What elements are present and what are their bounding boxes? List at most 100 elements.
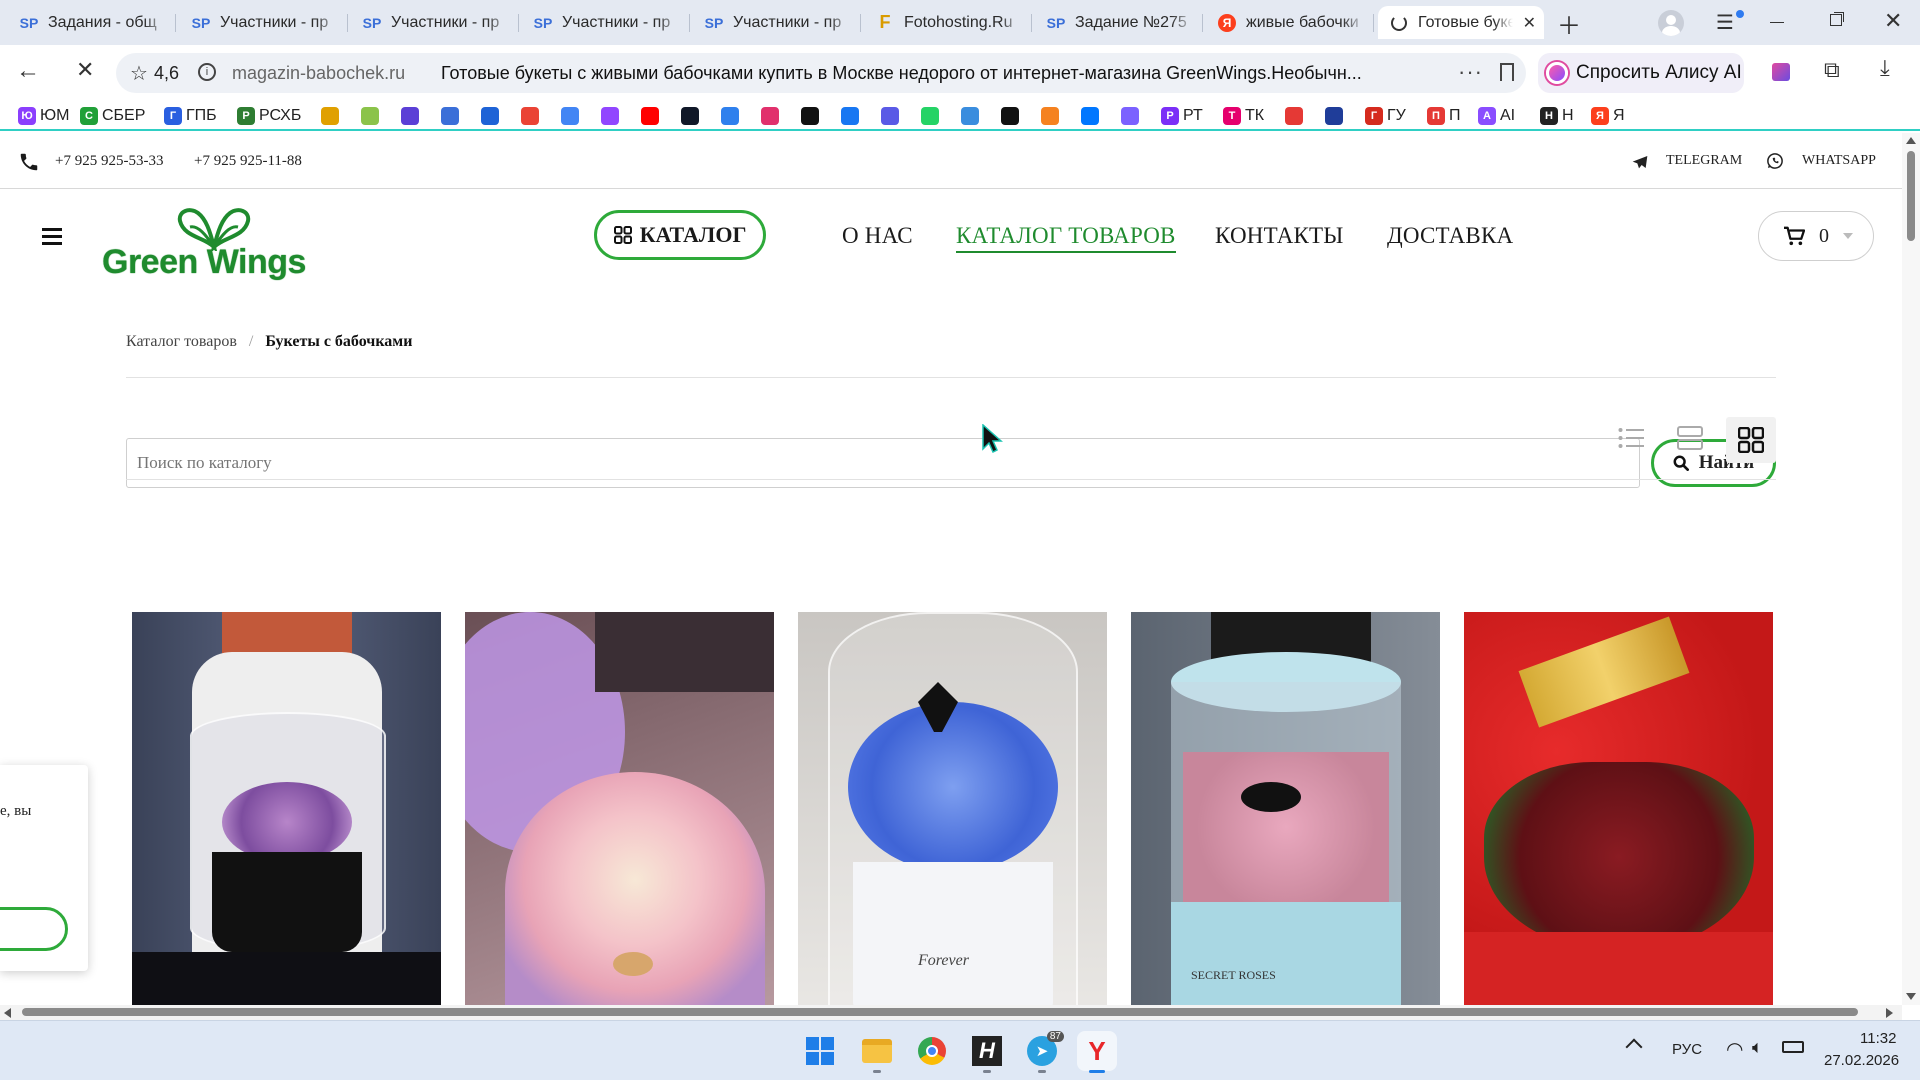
bookmark-item[interactable] <box>1325 105 1343 127</box>
burger-menu-icon[interactable] <box>42 228 62 245</box>
vertical-scrollbar[interactable] <box>1902 133 1920 1005</box>
stop-loading-icon[interactable]: ✕ <box>76 57 94 83</box>
bookmark-item[interactable] <box>1041 105 1059 127</box>
bookmark-item[interactable] <box>601 105 619 127</box>
downloads-icon[interactable]: ⤓ <box>1880 55 1890 81</box>
close-window-icon[interactable]: ✕ <box>1884 8 1902 34</box>
browser-tab[interactable]: SP Участники - пр <box>351 6 519 39</box>
battery-icon[interactable] <box>1782 1041 1804 1053</box>
bookmark-item[interactable]: Г ГУ <box>1365 105 1406 127</box>
whatsapp-link[interactable]: WHATSAPP <box>1802 153 1876 169</box>
extensions-icon[interactable]: ⧉ <box>1824 57 1840 83</box>
bookmark-item[interactable]: ЯЯ <box>1591 105 1625 127</box>
alice-button[interactable]: Спросить Алису AI <box>1538 53 1744 93</box>
bookmark-item[interactable] <box>921 105 939 127</box>
product-card-1[interactable] <box>132 612 441 1005</box>
browser-tab[interactable]: SP Участники - пр <box>180 6 348 39</box>
bookmark-item[interactable]: ПП <box>1427 105 1461 127</box>
bookmark-item[interactable] <box>761 105 779 127</box>
restore-icon[interactable] <box>1830 14 1842 26</box>
bookmark-item[interactable] <box>441 105 459 127</box>
vertical-scroll-thumb[interactable] <box>1907 151 1915 241</box>
bookmark-item[interactable] <box>521 105 539 127</box>
view-grid-icon[interactable] <box>1726 417 1776 463</box>
close-tab-icon[interactable]: ✕ <box>1523 13 1536 33</box>
site-info-icon[interactable]: i <box>198 63 216 81</box>
bookmark-item[interactable] <box>561 105 579 127</box>
site-logo[interactable]: Green Wings <box>100 208 340 289</box>
browser-tab[interactable]: Готовые букет ✕ <box>1378 6 1544 39</box>
catalog-button[interactable]: КАТАЛОГ <box>594 210 766 260</box>
bookmark-item[interactable] <box>1081 105 1099 127</box>
phone-1[interactable]: +7 925 925-53-33 <box>55 153 163 170</box>
nav-catalog[interactable]: КАТАЛОГ ТОВАРОВ <box>956 223 1176 253</box>
cart-button[interactable]: 0 <box>1758 211 1874 261</box>
back-icon[interactable]: ← <box>16 57 40 85</box>
scroll-up-icon[interactable] <box>1906 137 1916 144</box>
language-indicator[interactable]: РУС <box>1672 1041 1702 1058</box>
bookmark-item[interactable]: Г ГПБ <box>164 105 217 127</box>
new-tab-button[interactable]: ＋ <box>1554 8 1584 40</box>
site-rating[interactable]: 4,6 <box>154 63 179 84</box>
bookmark-item[interactable] <box>1121 105 1139 127</box>
bookmark-item[interactable] <box>321 105 339 127</box>
tab-list-icon[interactable]: ☰ <box>1716 10 1744 36</box>
wifi-icon[interactable]: ◠ <box>1726 1037 1743 1062</box>
bookmark-item[interactable]: Ю ЮМ <box>18 105 70 127</box>
product-card-5[interactable] <box>1464 612 1773 1005</box>
nav-about[interactable]: О НАС <box>842 223 913 249</box>
bookmark-item[interactable]: A AI <box>1478 105 1515 127</box>
scroll-right-icon[interactable] <box>1886 1008 1893 1018</box>
product-card-2[interactable] <box>465 612 774 1005</box>
telegram-icon[interactable]: ➤ 87 <box>1022 1031 1064 1073</box>
browser-tab[interactable]: Яживые бабочки <box>1206 6 1374 39</box>
view-rows-icon[interactable] <box>1677 425 1703 451</box>
chrome-icon[interactable] <box>912 1031 952 1071</box>
clock-date[interactable]: 27.02.2026 <box>1824 1052 1899 1069</box>
browser-tab[interactable]: SP Участники - пр <box>693 6 861 39</box>
bookmark-item[interactable] <box>1285 105 1303 127</box>
bookmark-item[interactable] <box>401 105 419 127</box>
phone-2[interactable]: +7 925 925-11-88 <box>194 153 302 170</box>
browser-tab[interactable]: SP Участники - пр <box>522 6 690 39</box>
bookmark-item[interactable]: Т ТК <box>1223 105 1264 127</box>
bookmark-item[interactable] <box>481 105 499 127</box>
gallery-extension-icon[interactable] <box>1772 63 1790 81</box>
bookmark-item[interactable] <box>361 105 379 127</box>
windows-start-icon[interactable] <box>800 1031 840 1071</box>
minimize-icon[interactable] <box>1770 22 1784 23</box>
breadcrumb-parent[interactable]: Каталог товаров <box>126 333 237 351</box>
file-explorer-icon[interactable] <box>857 1031 897 1073</box>
clock-time[interactable]: 11:32 <box>1860 1030 1896 1047</box>
browser-tab[interactable]: SP Задание №275 <box>1035 6 1203 39</box>
more-icon[interactable]: ··· <box>1458 59 1483 85</box>
scroll-down-icon[interactable] <box>1906 993 1916 1000</box>
h-app-icon[interactable]: H <box>967 1031 1007 1073</box>
product-card-3[interactable]: Forever <box>798 612 1107 1005</box>
bookmark-item[interactable] <box>801 105 819 127</box>
bookmark-icon[interactable] <box>1500 63 1514 81</box>
bookmark-item[interactable]: НН <box>1540 105 1574 127</box>
catalog-search-input[interactable] <box>126 438 1640 488</box>
scroll-left-icon[interactable] <box>4 1008 11 1018</box>
tray-chevron-up-icon[interactable] <box>1625 1038 1643 1056</box>
bookmark-item[interactable] <box>1001 105 1019 127</box>
horizontal-scrollbar[interactable] <box>0 1005 1902 1020</box>
bookmark-item[interactable] <box>881 105 899 127</box>
yandex-browser-icon[interactable]: Y <box>1077 1031 1117 1073</box>
browser-tab[interactable]: F Fotohosting.Ru <box>864 6 1032 39</box>
volume-icon[interactable]: 🔈︎ <box>1752 1037 1763 1058</box>
nav-contacts[interactable]: КОНТАКТЫ <box>1215 223 1344 249</box>
bookmark-item[interactable]: Р РТ <box>1161 105 1203 127</box>
nav-delivery[interactable]: ДОСТАВКА <box>1387 223 1513 249</box>
telegram-link[interactable]: TELEGRAM <box>1666 153 1742 169</box>
bookmark-item[interactable] <box>841 105 859 127</box>
product-card-4[interactable]: SECRET ROSES <box>1131 612 1440 1005</box>
browser-tab[interactable]: SP Задания - общ <box>8 6 176 39</box>
bookmark-item[interactable] <box>961 105 979 127</box>
bookmark-item[interactable] <box>681 105 699 127</box>
profile-avatar[interactable] <box>1658 10 1684 36</box>
address-bar[interactable]: ☆ 4,6 i magazin-babochek.ru Готовые буке… <box>116 53 1526 93</box>
bookmark-item[interactable]: С СБЕР <box>80 105 145 127</box>
horizontal-scroll-thumb[interactable] <box>22 1008 1858 1016</box>
